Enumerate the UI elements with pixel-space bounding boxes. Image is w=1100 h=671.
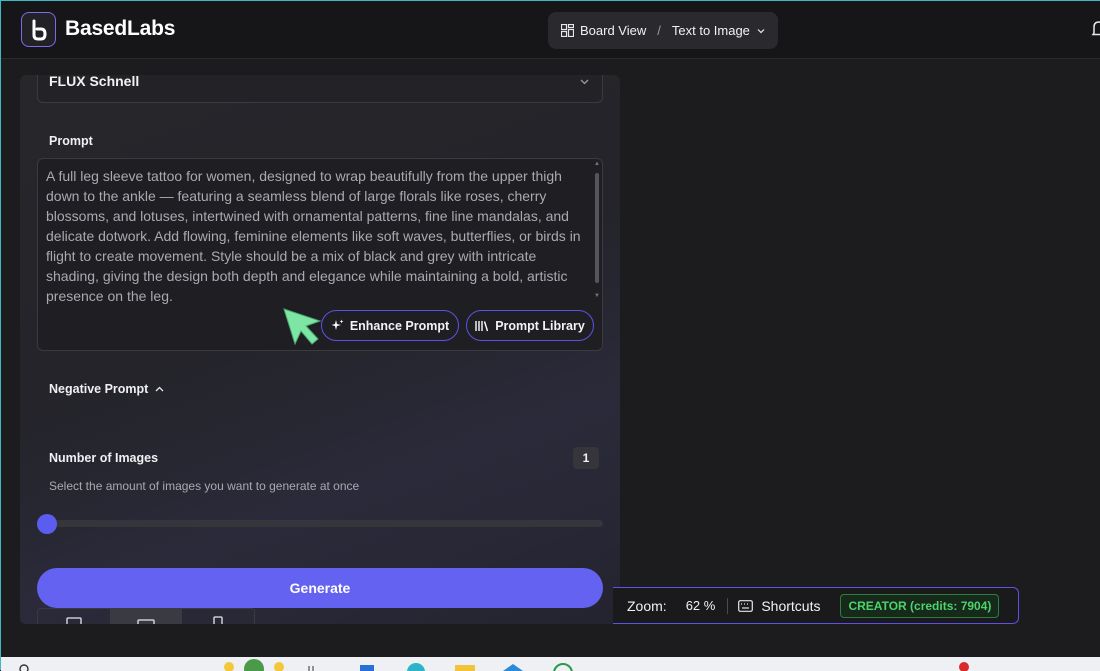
library-icon	[475, 320, 489, 331]
square-icon	[137, 619, 155, 624]
zoom-value[interactable]: 62 %	[686, 598, 716, 613]
mode-dropdown-label[interactable]: Text to Image	[672, 23, 750, 38]
grid-icon	[561, 24, 574, 37]
breadcrumb-separator: /	[657, 23, 661, 38]
view-switch[interactable]: Board View / Text to Image	[548, 12, 778, 49]
number-of-images-value: 1	[573, 447, 599, 469]
shortcuts-button[interactable]: Shortcuts	[738, 598, 820, 614]
sparkle-icon	[331, 319, 344, 330]
scroll-down-arrow-icon[interactable]: ▼	[594, 293, 600, 299]
number-of-images-slider[interactable]	[47, 520, 603, 527]
aspect-portrait-button[interactable]	[182, 609, 254, 624]
os-taskbar	[1, 657, 1100, 671]
credits-badge[interactable]: CREATOR (credits: 7904)	[840, 593, 1000, 618]
canvas-status-bar: Zoom: 62 % Shortcuts CREATOR (credits: 7…	[613, 587, 1019, 624]
chevron-down-icon	[580, 79, 589, 85]
number-of-images-label: Number of Images	[49, 451, 159, 465]
basedlabs-logo-icon[interactable]	[21, 12, 56, 47]
model-select[interactable]: FLUX Schnell	[37, 75, 603, 103]
prompt-scrollbar[interactable]: ▲ ▼	[594, 161, 600, 303]
prompt-text[interactable]: A full leg sleeve tattoo for women, desi…	[46, 166, 586, 306]
chevron-up-icon	[155, 386, 164, 391]
widget-icon[interactable]	[219, 659, 289, 671]
negative-prompt-toggle[interactable]: Negative Prompt	[49, 382, 165, 396]
aspect-ratio-selector	[37, 608, 255, 624]
board-view-link[interactable]: Board View	[580, 23, 646, 38]
number-of-images-helper: Select the amount of images you want to …	[49, 479, 360, 493]
negative-prompt-label: Negative Prompt	[49, 382, 149, 396]
landscape-icon	[66, 617, 82, 624]
shortcuts-label: Shortcuts	[761, 597, 821, 614]
prompt-label: Prompt	[49, 134, 93, 148]
divider	[727, 597, 729, 614]
bell-icon[interactable]	[1091, 19, 1100, 39]
chevron-down-icon	[757, 28, 765, 33]
keyboard-icon	[738, 599, 754, 612]
prompt-library-label: Prompt Library	[495, 318, 585, 333]
aspect-square-button[interactable]	[110, 609, 182, 624]
top-header: BasedLabs Board View / Text to Image	[1, 1, 1100, 59]
brand-name: BasedLabs	[65, 17, 176, 40]
app-window: BasedLabs Board View / Text to Image FLU…	[0, 0, 1100, 671]
aspect-landscape-button[interactable]	[38, 609, 110, 624]
scrollbar-thumb[interactable]	[595, 173, 599, 283]
scroll-up-arrow-icon[interactable]: ▲	[594, 161, 600, 167]
prompt-library-button[interactable]: Prompt Library	[466, 310, 594, 341]
generate-button[interactable]: Generate	[37, 568, 603, 608]
portrait-icon	[213, 616, 223, 624]
slider-handle[interactable]	[37, 514, 57, 534]
generation-panel: FLUX Schnell Prompt A full leg sleeve ta…	[20, 75, 620, 624]
enhance-prompt-button[interactable]: Enhance Prompt	[321, 310, 459, 341]
zoom-label: Zoom:	[627, 597, 667, 614]
model-select-value: FLUX Schnell	[49, 75, 140, 89]
cursor-icon	[283, 308, 322, 346]
enhance-prompt-label: Enhance Prompt	[349, 318, 450, 333]
